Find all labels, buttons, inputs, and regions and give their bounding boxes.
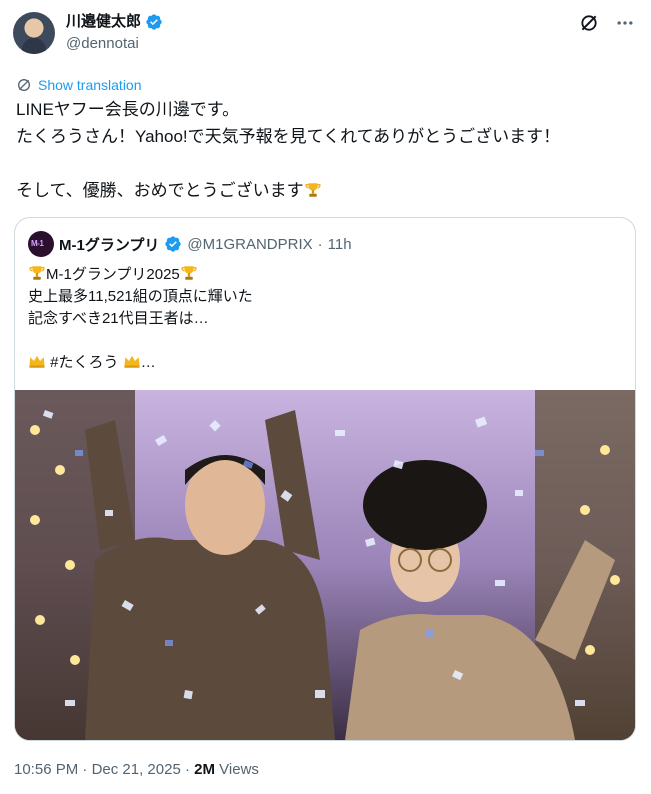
tweet-footer: 10:56 PM · Dec 21, 2025 · 2M Views bbox=[14, 760, 259, 780]
quoted-line2: 史上最多11,521組の頂点に輝いた 記念すべき21代目王者は… bbox=[28, 288, 253, 327]
crown-icon bbox=[29, 355, 45, 368]
ellipsis: … bbox=[140, 354, 156, 371]
tweet-time[interactable]: 10:56 PM bbox=[14, 761, 78, 778]
show-translation-link[interactable]: Show translation bbox=[16, 76, 142, 94]
quoted-author-name[interactable]: M-1グランプリ bbox=[59, 234, 159, 255]
tweet-header: 川邉健太郎 @dennotai bbox=[13, 12, 638, 56]
author-avatar[interactable] bbox=[13, 12, 55, 54]
quoted-line1: M-1グランプリ2025 bbox=[46, 266, 180, 283]
quoted-tweet-text: M-1グランプリ2025 史上最多11,521組の頂点に輝いた 記念すべき21代… bbox=[28, 264, 618, 374]
quoted-author-avatar[interactable]: M-1 bbox=[28, 231, 54, 257]
trophy-icon bbox=[305, 183, 321, 197]
separator: · bbox=[82, 761, 88, 778]
tweet-body: LINEヤフー会長の川邊です。 たくろうさん！Yahoo!で天気予報を見てくれて… bbox=[16, 96, 636, 204]
quoted-tweet-time[interactable]: 11h bbox=[328, 236, 352, 253]
trophy-icon bbox=[181, 266, 197, 280]
views-count: 2M bbox=[194, 761, 215, 778]
trophy-icon bbox=[29, 266, 45, 280]
views-label: Views bbox=[219, 761, 259, 778]
show-translation-label[interactable]: Show translation bbox=[38, 76, 142, 94]
photo-scene bbox=[15, 390, 635, 740]
separator: · bbox=[184, 761, 190, 778]
grok-icon[interactable] bbox=[578, 12, 600, 34]
hashtag-link[interactable]: #たくろう bbox=[50, 354, 118, 371]
crown-icon bbox=[124, 355, 140, 368]
author-handle[interactable]: @dennotai bbox=[66, 34, 163, 54]
more-icon[interactable] bbox=[614, 12, 636, 34]
quoted-tweet[interactable]: M-1 M-1グランプリ @M1GRANDPRIX · 11h M-1グランプリ… bbox=[14, 217, 636, 741]
tweet-date[interactable]: Dec 21, 2025 bbox=[92, 761, 181, 778]
translate-icon bbox=[18, 79, 30, 91]
tweet-text: LINEヤフー会長の川邊です。 たくろうさん！Yahoo!で天気予報を見てくれて… bbox=[16, 100, 561, 200]
verified-badge-icon bbox=[146, 14, 162, 30]
author-info[interactable]: 川邉健太郎 @dennotai bbox=[66, 12, 163, 54]
quoted-tweet-photo[interactable] bbox=[15, 390, 635, 740]
author-display-name[interactable]: 川邉健太郎 bbox=[66, 12, 141, 32]
separator: · bbox=[317, 235, 323, 253]
quoted-author-handle: @M1GRANDPRIX bbox=[187, 235, 313, 253]
verified-badge-icon bbox=[165, 236, 182, 252]
